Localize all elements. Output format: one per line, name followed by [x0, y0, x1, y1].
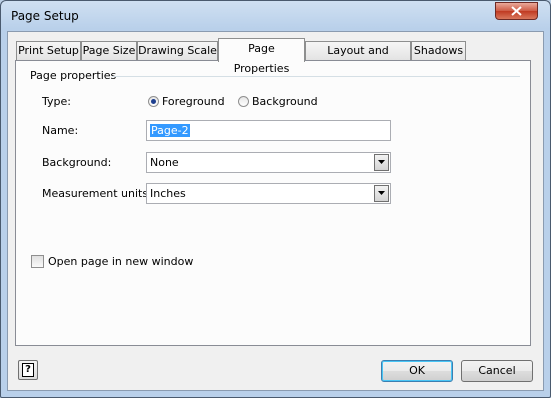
page-setup-dialog: Page Setup Print Setup Page Size Drawing… — [0, 0, 551, 398]
measurement-units-select[interactable]: Inches — [146, 183, 391, 204]
tab-layout-and-routing[interactable]: Layout and Routing — [305, 41, 411, 75]
background-select[interactable]: None — [146, 152, 391, 173]
type-label: Type: — [42, 95, 71, 108]
cancel-button[interactable]: Cancel — [461, 360, 533, 382]
name-field[interactable]: Page-2 — [146, 120, 391, 141]
radio-background-label[interactable]: Background — [252, 95, 318, 108]
open-in-new-window-checkbox[interactable] — [31, 255, 44, 268]
tab-print-setup[interactable]: Print Setup — [16, 41, 81, 61]
tab-shadows[interactable]: Shadows — [411, 41, 466, 61]
radio-foreground[interactable] — [148, 96, 159, 107]
measurement-units-value: Inches — [150, 187, 186, 200]
radio-background[interactable] — [238, 96, 249, 107]
dialog-body: Print Setup Page Size Drawing Scale Page… — [7, 31, 544, 391]
group-divider — [112, 76, 520, 77]
measurement-units-label: Measurement units: — [42, 187, 152, 200]
background-label: Background: — [42, 156, 112, 169]
ok-button[interactable]: OK — [381, 360, 453, 382]
measurement-units-dropdown-button[interactable] — [374, 185, 389, 202]
tab-drawing-scale[interactable]: Drawing Scale — [137, 41, 218, 61]
close-button[interactable] — [495, 2, 538, 20]
name-value: Page-2 — [150, 124, 190, 137]
tab-page-properties[interactable]: Page Properties — [218, 38, 305, 75]
window-title: Page Setup — [11, 9, 79, 23]
radio-selected-dot — [151, 99, 156, 104]
radio-foreground-label[interactable]: Foreground — [162, 95, 225, 108]
background-dropdown-button[interactable] — [374, 154, 389, 171]
open-in-new-window-label[interactable]: Open page in new window — [48, 255, 193, 268]
group-label: Page properties — [30, 69, 117, 82]
name-label: Name: — [42, 124, 79, 137]
help-icon: ? — [22, 363, 34, 377]
page-properties-panel: Page properties Type: Foreground Backgro… — [15, 60, 531, 346]
help-button[interactable]: ? — [18, 360, 38, 380]
tab-page-size[interactable]: Page Size — [81, 41, 137, 61]
title-bar[interactable]: Page Setup — [1, 1, 550, 31]
background-value: None — [150, 156, 179, 169]
